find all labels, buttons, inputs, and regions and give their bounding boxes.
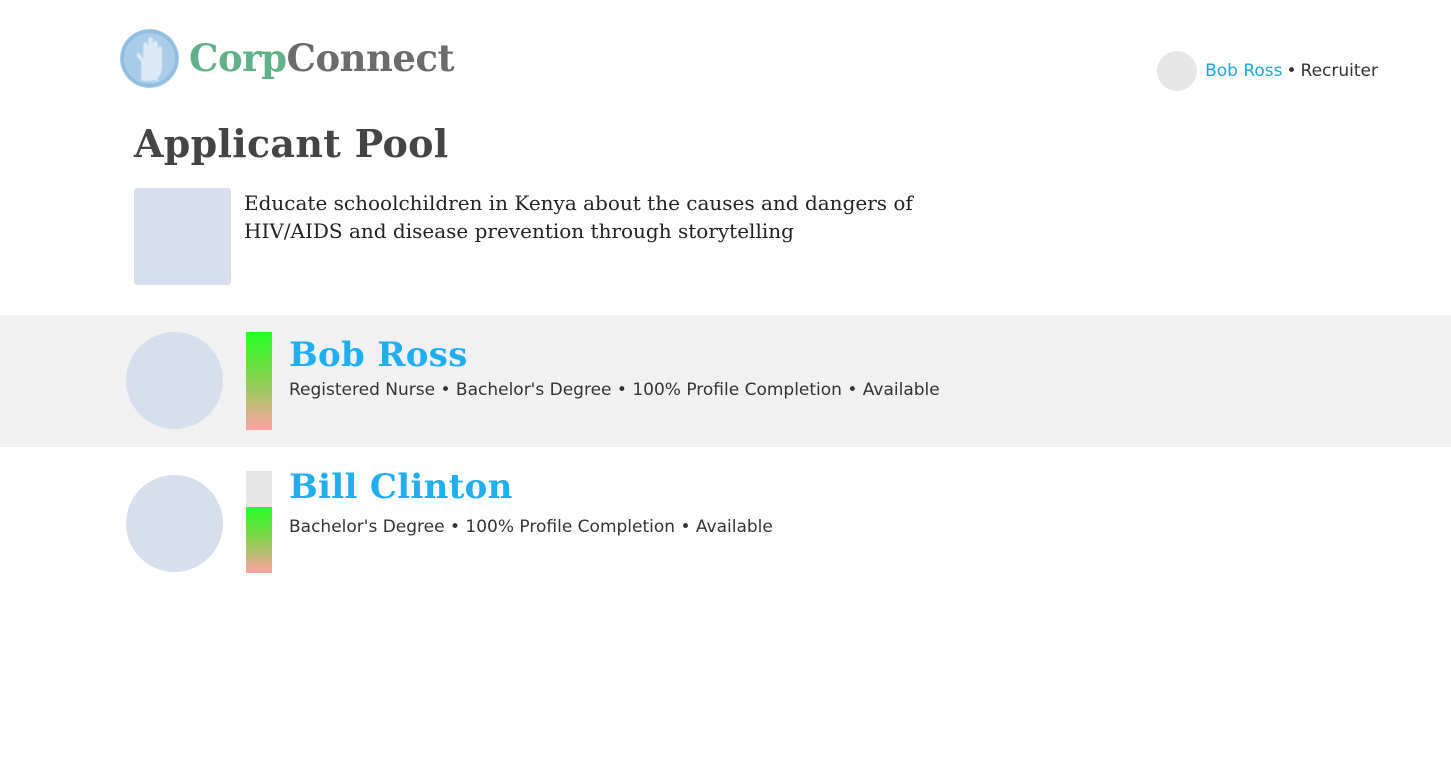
applicant-score-bar — [246, 332, 272, 430]
applicant-pool-page: CorpConnect Bob Ross • Recruiter Applica… — [0, 0, 1451, 757]
applicant-details: Registered Nurse • Bachelor's Degree • 1… — [289, 380, 940, 400]
score-fill — [246, 332, 272, 430]
opportunity-description: Educate schoolchildren in Kenya about th… — [244, 191, 913, 243]
user-role: Recruiter — [1300, 61, 1378, 81]
applicant-avatar[interactable] — [126, 332, 223, 429]
user-menu: Bob Ross • Recruiter — [1157, 51, 1378, 91]
hand-logo-icon — [120, 29, 179, 88]
corpconnect-logo[interactable]: CorpConnect — [120, 29, 455, 88]
applicant-name-link[interactable]: Bob Ross — [289, 335, 468, 375]
user-avatar[interactable] — [1157, 51, 1198, 91]
applicant-details: Bachelor's Degree • 100% Profile Complet… — [289, 517, 773, 537]
logo-corp-text: Corp — [189, 36, 287, 80]
applicant-score-bar — [246, 471, 272, 573]
logo-connect-text: Connect — [286, 36, 455, 80]
page-title: Applicant Pool — [134, 121, 449, 166]
applicant-avatar[interactable] — [126, 475, 223, 572]
applicant-row[interactable]: Bill Clinton Bachelor's Degree • 100% Pr… — [0, 447, 1451, 587]
user-separator: • — [1286, 61, 1297, 81]
applicant-row[interactable]: Bob Ross Registered Nurse • Bachelor's D… — [0, 315, 1451, 447]
score-fill — [246, 506, 272, 573]
logo-wordmark: CorpConnect — [189, 40, 455, 77]
applicant-name-link[interactable]: Bill Clinton — [289, 467, 513, 507]
opportunity-thumbnail — [134, 188, 231, 285]
user-name-link[interactable]: Bob Ross — [1205, 61, 1282, 81]
